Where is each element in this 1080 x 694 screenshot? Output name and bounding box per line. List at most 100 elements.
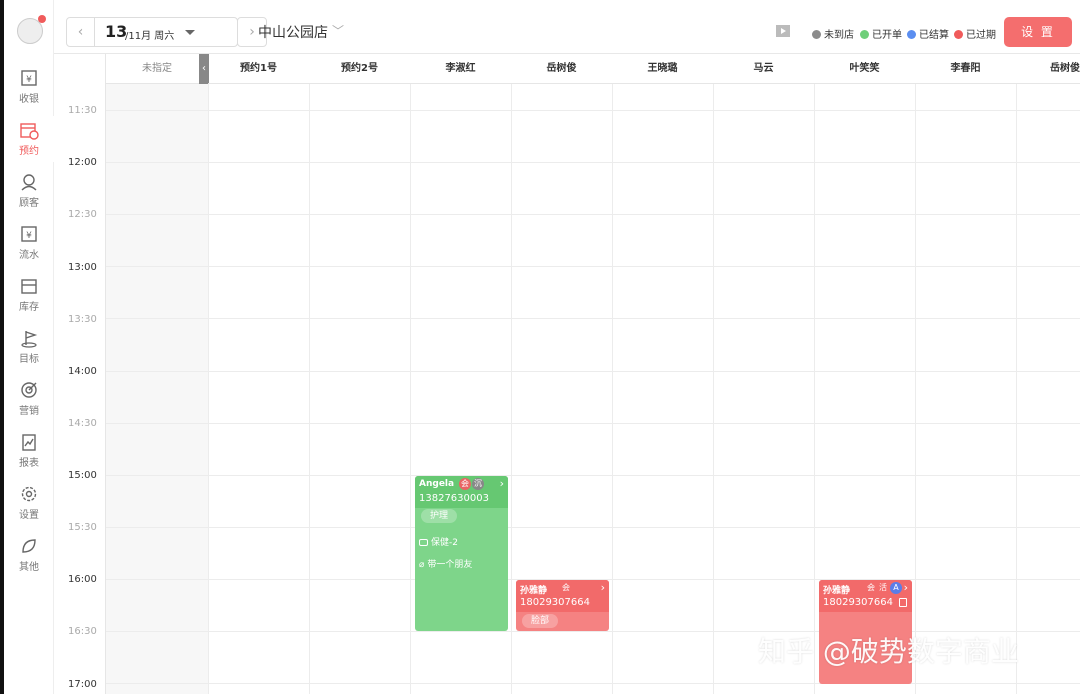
- svg-text:¥: ¥: [26, 231, 32, 241]
- sidebar-item-report[interactable]: 报表: [4, 428, 54, 474]
- grid-line: [410, 84, 411, 694]
- level-badge: A: [890, 582, 902, 594]
- column-header-staff: 预约2号: [309, 54, 410, 84]
- target-flag-icon: [21, 331, 38, 348]
- ledger-icon: ¥: [21, 226, 37, 242]
- leaf-icon: [22, 539, 36, 553]
- avatar[interactable]: [17, 15, 46, 44]
- sidebar-item-settings[interactable]: 设置: [4, 480, 54, 526]
- store-selector[interactable]: 中山公园店: [258, 22, 328, 42]
- sidebar-item-cashier[interactable]: ¥ 收银: [4, 64, 54, 110]
- sidebar-item-inventory[interactable]: 库存: [4, 272, 54, 318]
- sidebar-item-booking[interactable]: 预约: [4, 116, 54, 162]
- grid-line: [106, 371, 1080, 372]
- grid-line: [106, 162, 1080, 163]
- time-label: 15:00: [68, 470, 97, 481]
- chevron-right-icon[interactable]: ›: [904, 581, 908, 594]
- column-header-staff: 岳树俊: [1016, 54, 1080, 84]
- column-header-staff: 李淑红: [410, 54, 511, 84]
- customer-phone: 18029307664: [520, 597, 590, 608]
- bed-icon: [419, 539, 428, 546]
- card-icon: [899, 598, 907, 607]
- watermark: 知乎 @破势数字商业: [758, 635, 1019, 668]
- sidebar-item-label: 其他: [19, 562, 39, 573]
- svg-text:¥: ¥: [26, 75, 32, 85]
- sidebar-item-label: 顾客: [19, 198, 39, 209]
- appointment-header: Angela 会 沉 › 13827630003: [415, 476, 508, 508]
- grid-line: [106, 214, 1080, 215]
- customer-name: Angela: [419, 479, 455, 489]
- sidebar-item-label: 报表: [19, 458, 39, 469]
- column-header-staff: 王晓璐: [612, 54, 713, 84]
- legend-not-arrived: 未到店: [812, 26, 854, 41]
- gear-icon: [21, 486, 37, 502]
- grid-line: [106, 318, 1080, 319]
- time-label: 12:00: [68, 157, 97, 168]
- grid-line: [511, 84, 512, 694]
- sidebar: ¥ 收银 预约 顾客 ¥ 流水 库存 目标 营销 报表 设置 其他: [4, 0, 54, 694]
- sidebar-item-label: 预约: [19, 146, 39, 157]
- grid-line: [915, 84, 916, 694]
- date-month-weekday: /11月 周六: [125, 31, 175, 42]
- sidebar-item-other[interactable]: 其他: [4, 532, 54, 578]
- customer-icon: [21, 174, 37, 191]
- time-label: 14:00: [68, 366, 97, 377]
- time-label: 13:00: [68, 262, 97, 273]
- calendar-icon: [20, 123, 39, 140]
- grid-line: [814, 84, 815, 694]
- report-icon: [22, 434, 36, 451]
- chevron-down-icon[interactable]: ﹀: [332, 22, 344, 39]
- inventory-icon: [21, 279, 37, 294]
- column-header-staff: 叶笑笑: [814, 54, 915, 84]
- schedule-grid: 11:30 12:00 12:30 13:00 13:30 14:00 14:3…: [54, 54, 1080, 694]
- service-tag: 护理: [421, 509, 458, 523]
- grid-line: [208, 84, 209, 694]
- sidebar-item-label: 流水: [19, 250, 39, 261]
- grid-line: [713, 84, 714, 694]
- sidebar-item-label: 营销: [19, 406, 39, 417]
- time-label: 14:30: [68, 418, 97, 429]
- customer-name: 孙雅静: [520, 586, 548, 596]
- sidebar-item-label: 库存: [19, 302, 39, 313]
- grid-line: [106, 110, 1080, 111]
- marketing-icon: [21, 382, 37, 398]
- customer-phone: 13827630003: [419, 493, 489, 504]
- header: ‹ 13 /11月 周六 › 中山公园店 ﹀ 未到店 已开单 已结算 已过期 设…: [54, 0, 1080, 54]
- appointment-header: 孙雅静 会 › 18029307664: [516, 580, 609, 612]
- grid-line: [1016, 84, 1017, 694]
- column-header-staff: 马云: [713, 54, 814, 84]
- grid-line: [106, 266, 1080, 267]
- grid-line: [106, 527, 1080, 528]
- column-header-unassigned: 未指定: [106, 54, 208, 84]
- legend-settled: 已结算: [907, 26, 949, 41]
- sidebar-item-ledger[interactable]: ¥ 流水: [4, 220, 54, 266]
- prev-day-button[interactable]: ‹: [67, 18, 95, 46]
- member-badge: 会: [562, 583, 570, 592]
- status-badge: 活: [879, 583, 887, 592]
- column-header-staff: 岳树俊: [511, 54, 612, 84]
- settings-button[interactable]: 设 置: [1004, 17, 1072, 47]
- time-label: 16:30: [68, 626, 97, 637]
- appointment-card[interactable]: Angela 会 沉 › 13827630003 护理 保健-2 ⌀ 带一个朋友: [415, 476, 508, 631]
- sidebar-item-customer[interactable]: 顾客: [4, 168, 54, 214]
- grid-line: [106, 423, 1080, 424]
- time-axis: 11:30 12:00 12:30 13:00 13:30 14:00 14:3…: [54, 54, 106, 694]
- caret-down-icon[interactable]: [185, 30, 195, 35]
- sidebar-item-target[interactable]: 目标: [4, 324, 54, 370]
- unassigned-column-bg: [106, 84, 208, 694]
- time-label: 16:00: [68, 574, 97, 585]
- sidebar-item-marketing[interactable]: 营销: [4, 376, 54, 422]
- status-badge: 沉: [472, 478, 484, 490]
- appointment-card[interactable]: 孙雅静 会 › 18029307664 脸部: [516, 580, 609, 631]
- chevron-right-icon[interactable]: ›: [500, 477, 504, 490]
- time-label: 11:30: [68, 105, 97, 116]
- time-label: 17:00: [68, 679, 97, 690]
- notification-dot: [38, 15, 46, 23]
- play-icon[interactable]: [776, 25, 790, 37]
- time-label: 12:30: [68, 209, 97, 220]
- grid-line: [612, 84, 613, 694]
- grid-line: [309, 84, 310, 694]
- date-picker[interactable]: ‹ 13 /11月 周六 ›: [66, 17, 267, 47]
- service-tag: 脸部: [522, 614, 559, 628]
- chevron-right-icon[interactable]: ›: [601, 581, 605, 594]
